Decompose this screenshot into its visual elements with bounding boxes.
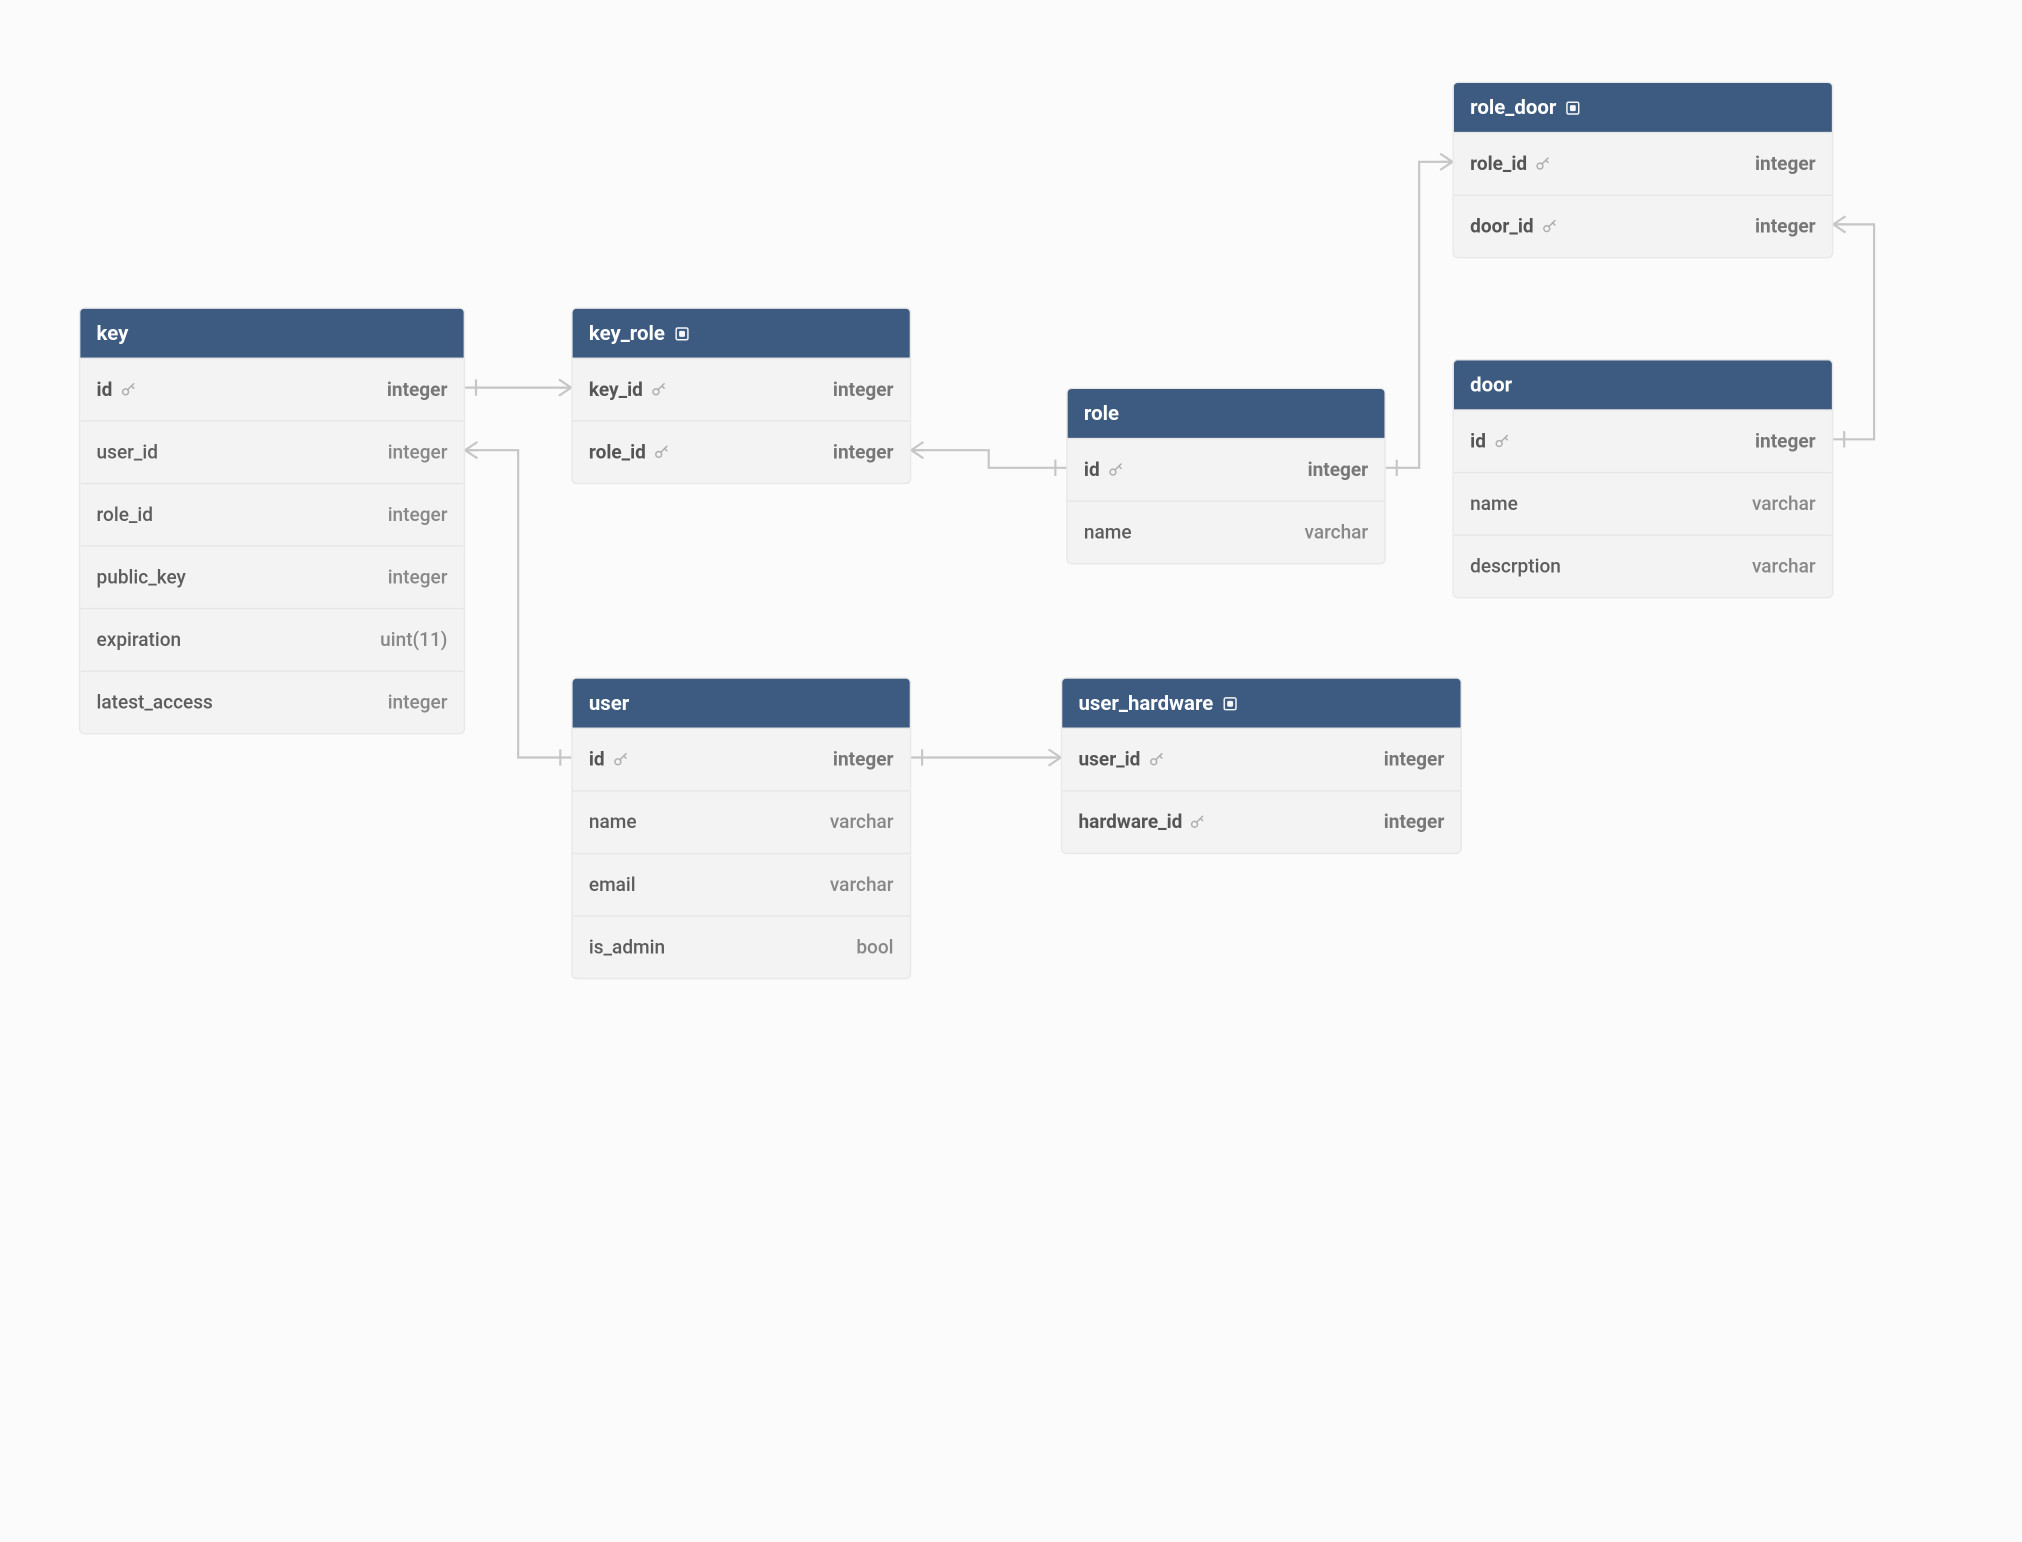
column-type: uint(11) — [380, 629, 447, 651]
column-type: varchar — [1752, 556, 1816, 578]
table-title: door — [1470, 373, 1512, 397]
column-name: name — [1084, 522, 1132, 544]
column-name: descrption — [1470, 556, 1561, 578]
column-type: integer — [1308, 459, 1369, 481]
column-door-name[interactable]: name varchar — [1454, 472, 1832, 535]
column-type: integer — [1755, 153, 1816, 175]
column-type: integer — [1755, 216, 1816, 238]
column-type: integer — [1384, 811, 1445, 833]
column-name: email — [589, 874, 636, 896]
table-user_hardware[interactable]: user_hardwareuser_idintegerhardware_idin… — [1061, 677, 1462, 854]
junction-icon — [673, 324, 691, 342]
column-type: integer — [388, 441, 448, 463]
junction-icon — [1221, 694, 1239, 712]
column-door-descrption[interactable]: descrption varchar — [1454, 534, 1832, 597]
table-title: user_hardware — [1078, 691, 1213, 715]
column-name: user_id — [97, 441, 158, 463]
key-icon — [1147, 751, 1165, 769]
column-type: varchar — [1752, 493, 1816, 515]
table-header-door[interactable]: door — [1454, 360, 1832, 409]
column-name: id — [589, 749, 605, 771]
column-type: integer — [388, 692, 448, 714]
key-icon — [1189, 813, 1207, 831]
column-key-latest_access[interactable]: latest_access integer — [80, 670, 464, 733]
column-name: name — [589, 811, 637, 833]
column-role-id[interactable]: id integer — [1068, 438, 1385, 501]
column-role-name[interactable]: name varchar — [1068, 500, 1385, 563]
key-icon — [1540, 218, 1558, 236]
column-name: public_key — [97, 566, 186, 588]
column-name: user_id — [1078, 749, 1140, 771]
key-icon — [1493, 432, 1511, 450]
column-name: latest_access — [97, 692, 213, 714]
column-key-role_id[interactable]: role_id integer — [80, 483, 464, 546]
table-header-user_hardware[interactable]: user_hardware — [1062, 679, 1460, 728]
column-user-is_admin[interactable]: is_admin bool — [573, 915, 910, 978]
column-door-id[interactable]: id integer — [1454, 409, 1832, 472]
column-type: integer — [833, 441, 894, 463]
column-user-id[interactable]: id integer — [573, 728, 910, 791]
column-role_door-door_id[interactable]: door_id integer — [1454, 194, 1832, 257]
key-icon — [1106, 461, 1124, 479]
table-title: user — [589, 691, 629, 715]
er-diagram-canvas: keyidintegeruser_idintegerrole_idinteger… — [0, 0, 2022, 1542]
column-name: name — [1470, 493, 1518, 515]
table-title: key — [97, 321, 129, 345]
table-header-key_role[interactable]: key_role — [573, 309, 910, 358]
column-type: varchar — [830, 874, 894, 896]
column-name: key_id — [589, 379, 643, 401]
table-user[interactable]: user id integer name varchar email varchar is_a… — [571, 677, 911, 979]
column-type: integer — [388, 504, 448, 526]
key-icon — [611, 751, 629, 769]
column-key-public_key[interactable]: public_key integer — [80, 545, 464, 608]
table-header-role[interactable]: role — [1068, 389, 1385, 438]
column-type: varchar — [1305, 522, 1369, 544]
junction-icon — [1564, 99, 1582, 117]
table-title: key_role — [589, 321, 665, 345]
column-type: integer — [387, 379, 448, 401]
table-role[interactable]: role id integer name varchar — [1066, 388, 1386, 565]
column-type: integer — [1384, 749, 1445, 771]
column-name: id — [1084, 459, 1100, 481]
table-door[interactable]: door id integer name varchar descrption varcha… — [1452, 359, 1833, 598]
key-icon — [653, 443, 671, 461]
column-name: hardware_id — [1078, 811, 1182, 833]
table-header-role_door[interactable]: role_door — [1454, 83, 1832, 132]
column-name: is_admin — [589, 936, 665, 958]
table-key[interactable]: keyidintegeruser_idintegerrole_idinteger… — [79, 307, 465, 734]
column-user_hardware-hardware_id[interactable]: hardware_id integer — [1062, 790, 1460, 853]
column-key-expiration[interactable]: expiration uint(11) — [80, 608, 464, 671]
column-type: integer — [833, 379, 894, 401]
table-title: role_door — [1470, 95, 1556, 119]
column-name: role_id — [1470, 153, 1527, 175]
column-user_hardware-user_id[interactable]: user_id integer — [1062, 728, 1460, 791]
table-header-user[interactable]: user — [573, 679, 910, 728]
column-type: bool — [856, 936, 893, 958]
table-key_role[interactable]: key_rolekey_idintegerrole_idinteger — [571, 307, 911, 484]
key-icon — [119, 381, 137, 399]
column-name: id — [97, 379, 113, 401]
column-type: integer — [1755, 430, 1816, 452]
column-user-email[interactable]: email varchar — [573, 853, 910, 916]
table-title: role — [1084, 401, 1119, 425]
table-header-key[interactable]: key — [80, 309, 464, 358]
column-name: role_id — [589, 441, 646, 463]
column-user-name[interactable]: name varchar — [573, 790, 910, 853]
column-key-user_id[interactable]: user_id integer — [80, 420, 464, 483]
column-name: door_id — [1470, 216, 1533, 238]
column-type: varchar — [830, 811, 894, 833]
column-role_door-role_id[interactable]: role_id integer — [1454, 132, 1832, 195]
column-name: expiration — [97, 629, 182, 651]
column-name: id — [1470, 430, 1486, 452]
key-icon — [650, 381, 668, 399]
column-name: role_id — [97, 504, 153, 526]
column-type: integer — [388, 566, 448, 588]
column-key_role-role_id[interactable]: role_id integer — [573, 420, 910, 483]
key-icon — [1534, 155, 1552, 173]
column-key_role-key_id[interactable]: key_id integer — [573, 358, 910, 421]
column-type: integer — [833, 749, 894, 771]
table-role_door[interactable]: role_doorrole_idintegerdoor_idinteger — [1452, 82, 1833, 259]
column-key-id[interactable]: id integer — [80, 358, 464, 421]
